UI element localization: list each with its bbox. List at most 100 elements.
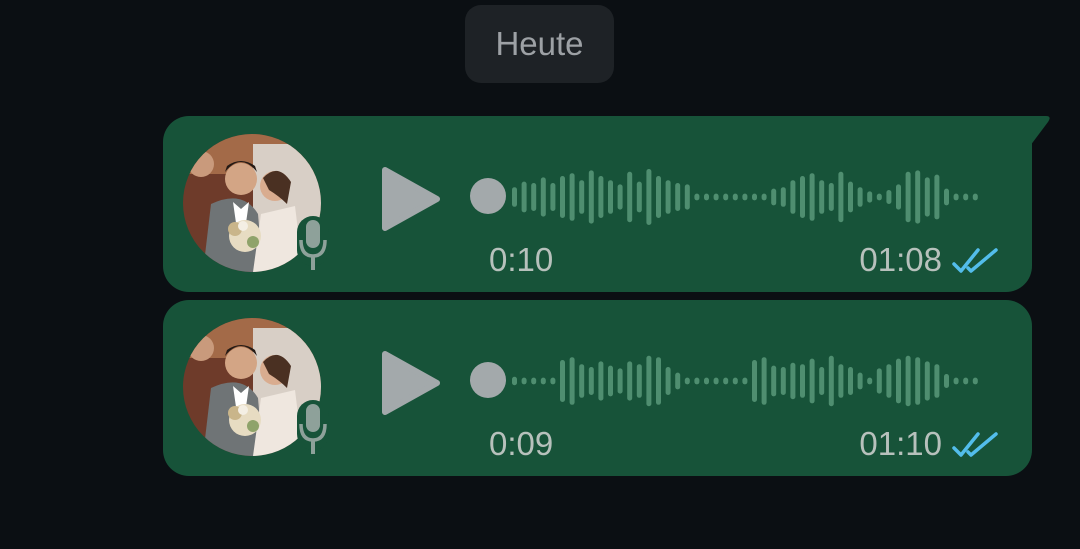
waveform-bar [646,169,652,225]
waveform-bar [512,376,517,386]
waveform-bar [915,170,921,224]
waveform-bar [588,367,594,395]
waveform-bar [569,357,575,405]
waveform-bar [790,180,796,214]
waveform-bar [742,193,748,201]
bubble-tail [1030,116,1050,146]
waveform-bar [876,193,882,201]
waveform-bar [848,181,853,213]
waveform-bar [944,188,949,206]
waveform-bar [675,372,681,390]
waveform-bar [560,360,565,402]
voice-message-bubble[interactable]: 0:10 01:08 [163,116,1050,292]
waveform-bar [732,377,738,385]
waveform-bar [531,183,537,211]
waveform-bar [540,377,546,385]
playback-position-handle[interactable] [470,362,506,398]
waveform-bar [924,177,930,217]
waveform-bar [540,177,546,217]
waveform-bar [972,193,978,201]
duration-label: 0:09 [489,425,554,462]
waveform-bar [713,377,719,385]
waveform-bar [761,357,767,405]
waveform-bar [656,176,661,218]
waveform-bar [896,358,901,404]
waveform-bar [550,183,556,211]
waveform-bar [972,377,978,385]
waveform-bar [953,193,959,201]
play-icon[interactable] [381,350,441,416]
waveform-bar [617,368,623,394]
waveform-bar [819,367,825,395]
waveform-bar [560,176,565,218]
waveform-bar [636,364,642,398]
waveform-bar [694,193,700,201]
waveform-bar [771,365,777,397]
waveform-bar [838,364,844,398]
waveform-bar [915,357,921,405]
waveform-bar [665,180,671,214]
waveform-bar [684,184,690,210]
voice-message-bubble[interactable]: 0:09 01:10 [163,300,1032,476]
waveform-bar [627,361,633,401]
waveform-bar [809,358,815,404]
date-separator-label: Heute [495,25,584,62]
audio-waveform[interactable] [468,348,998,414]
waveform-bar [828,183,834,211]
microphone-icon [297,400,329,454]
waveform-bar [598,361,604,401]
waveform-bar [656,357,661,405]
waveform-bar [579,364,585,398]
waveform-bar [704,377,709,385]
waveform-bar [521,181,527,213]
waveform-bar [665,367,671,395]
waveform-bar [924,361,930,401]
waveform-bar [905,355,911,407]
waveform-bar [742,377,748,385]
waveform-bar [723,193,729,201]
double-check-read-icon [952,432,998,457]
waveform-bar [646,355,652,407]
waveform-bar [857,372,863,390]
waveform-bar [761,193,767,201]
waveform-bar [521,377,527,385]
duration-label: 0:10 [489,241,554,278]
waveform-bar [800,364,805,398]
waveform-bar [723,377,729,385]
waveform-bar [944,374,949,388]
waveform-bar [905,171,911,223]
waveform-bar [838,171,844,223]
waveform-bar [848,367,853,395]
waveform-bar [588,170,594,224]
double-check-read-icon [952,248,998,273]
waveform-bar [790,362,796,400]
waveform-bar [886,190,892,204]
microphone-icon [297,216,329,270]
waveform-bar [675,183,681,211]
waveform-bar [684,377,690,385]
waveform-bar [896,184,901,210]
waveform-bar [627,171,633,223]
waveform-bar [704,193,709,201]
waveform-bar [934,364,940,398]
waveform-bar [732,193,738,201]
waveform-bar [780,187,786,207]
waveform-bar [579,180,585,214]
audio-waveform[interactable] [468,164,998,230]
waveform-bar [636,181,642,213]
waveform-bar [608,180,613,214]
waveform-bar [713,193,719,201]
play-icon[interactable] [381,166,441,232]
waveform-bar [819,180,825,214]
waveform-bar [867,377,873,385]
waveform-bar [809,173,815,221]
waveform-bar [752,360,757,402]
sent-time: 01:08 [859,241,942,278]
waveform-bar [800,176,805,218]
waveform-bar [886,364,892,398]
waveform-bar [512,187,517,207]
waveform-bar [569,173,575,221]
waveform-bar [963,193,969,201]
playback-position-handle[interactable] [470,178,506,214]
waveform-bar [953,377,959,385]
